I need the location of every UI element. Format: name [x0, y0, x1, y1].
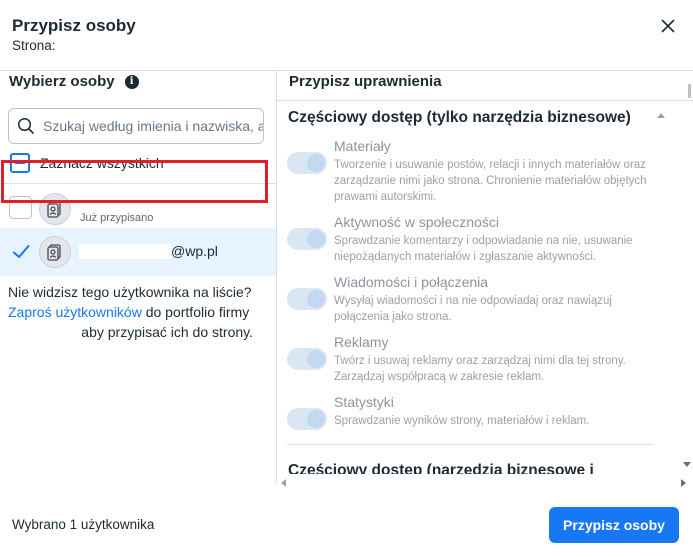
scroll-down-arrow-icon[interactable] — [683, 462, 691, 467]
permission-title: Reklamy — [334, 334, 389, 350]
avatar — [39, 236, 71, 268]
permission-title: Statystyki — [334, 394, 394, 410]
permission-title: Wiadomości i połączenia — [334, 274, 489, 290]
search-input[interactable] — [43, 118, 263, 134]
notice-line-1: Nie widzisz tego użytkownika na liście? — [8, 284, 252, 300]
toggle-knob — [307, 290, 325, 308]
select-people-heading: Wybierz osoby i — [9, 73, 139, 90]
close-button[interactable] — [656, 14, 680, 38]
avatar — [39, 193, 71, 225]
select-all-label: Zaznacz wszystkich — [40, 155, 164, 171]
user-row-assigned[interactable]: Już przypisano — [0, 185, 276, 233]
user-row-selected[interactable]: @wp.pl — [0, 228, 276, 276]
toggle-knob — [307, 154, 325, 172]
select-people-title: Wybierz osoby — [9, 73, 115, 90]
select-people-panel: Wybierz osoby i Zaznacz wszystkich — [0, 71, 276, 481]
person-badge-icon — [47, 201, 61, 218]
notice-line-3: aby przypisać ich do strony. — [81, 324, 253, 340]
notice-line-2: Zaproś użytkowników do portfolio firmy — [8, 302, 270, 322]
info-icon[interactable]: i — [124, 74, 139, 89]
checkmark-icon[interactable] — [11, 242, 31, 262]
assign-permissions-heading: Przypisz uprawnienia — [289, 73, 442, 90]
permission-description: Twórz i usuwaj reklamy oraz zarządzaj ni… — [334, 355, 626, 383]
invite-users-link[interactable]: Zaproś użytkowników — [8, 304, 142, 320]
vertical-scrollbar-thumb[interactable] — [688, 84, 691, 98]
permission-title: Aktywność w społeczności — [334, 214, 499, 230]
selected-count: Wybrano 1 użytkownika — [12, 517, 155, 532]
dialog-title: Przypisz osoby — [12, 16, 136, 35]
permission-description: Sprawdzanie komentarzy i odpowiadanie na… — [334, 235, 633, 263]
assign-people-button[interactable]: Przypisz osoby — [549, 507, 679, 543]
permissions-scroll-area[interactable]: Częściowy dostęp (tylko narzędzia biznes… — [277, 101, 679, 474]
already-assigned-label: Już przypisano — [80, 212, 154, 224]
close-icon — [661, 19, 675, 33]
permission-description: Wysyłaj wiadomości i na nie odpowiadaj o… — [334, 295, 612, 323]
section-divider — [287, 444, 654, 445]
redacted-name — [79, 244, 171, 259]
search-icon — [17, 117, 34, 134]
community-activity-toggle[interactable] — [287, 228, 327, 250]
indeterminate-checkbox-icon[interactable] — [10, 153, 30, 173]
insights-toggle[interactable] — [287, 408, 327, 430]
search-box[interactable] — [8, 108, 264, 144]
scroll-left-arrow-icon[interactable] — [281, 479, 286, 487]
permission-title: Materiały — [334, 138, 391, 154]
toggle-knob — [307, 230, 325, 248]
user-checkbox-unchecked[interactable] — [9, 196, 32, 219]
messages-calls-toggle[interactable] — [287, 288, 327, 310]
scroll-up-arrow-icon[interactable] — [657, 113, 665, 118]
assign-people-dialog: Przypisz osoby Strona: Wybierz osoby i Z… — [0, 0, 693, 557]
toggle-knob — [307, 410, 325, 428]
partial-access-business-section-title: Częściowy dostęp (narzędzia biznesowe i — [288, 462, 594, 474]
list-divider — [0, 183, 276, 184]
dialog-subtitle: Strona: — [12, 38, 56, 53]
ads-toggle[interactable] — [287, 348, 327, 370]
person-badge-icon — [47, 244, 61, 261]
notice-line-2-rest: do portfolio firmy — [141, 304, 250, 320]
user-email: @wp.pl — [171, 243, 218, 259]
toggle-knob — [307, 350, 325, 368]
permission-description: Tworzenie i usuwanie postów, relacji i i… — [334, 159, 647, 203]
scroll-right-arrow-icon[interactable] — [681, 479, 686, 487]
invite-notice: Nie widzisz tego użytkownika na liście? … — [8, 282, 270, 342]
permission-description: Sprawdzanie wyników strony, materiałów i… — [334, 415, 590, 427]
select-all-checkbox[interactable]: Zaznacz wszystkich — [10, 153, 164, 173]
partial-access-section-title: Częściowy dostęp (tylko narzędzia biznes… — [288, 109, 631, 126]
content-toggle[interactable] — [287, 152, 327, 174]
